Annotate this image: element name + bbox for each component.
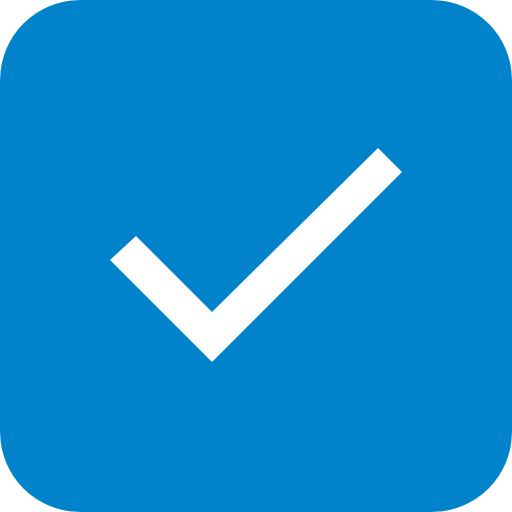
checked-checkbox[interactable] — [0, 0, 512, 512]
checkbox-graphic — [0, 0, 512, 512]
checkbox-background — [0, 0, 512, 512]
